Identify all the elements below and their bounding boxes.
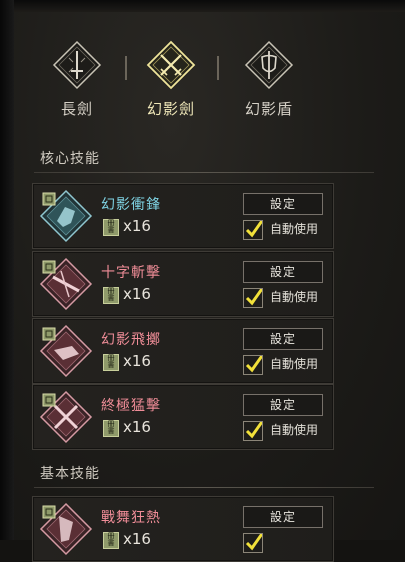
screen-bezel-top	[0, 0, 405, 12]
checkbox[interactable]	[243, 220, 263, 240]
ultimate-strike-icon[interactable]	[39, 390, 93, 444]
settings-button[interactable]: 設定	[243, 328, 323, 350]
skill-row-phantom-charge: 幻影衝鋒 冊書 x16 設定 自動使用	[32, 183, 334, 249]
section-title-basic-skills: 基本技能	[40, 466, 100, 482]
war-dance-icon[interactable]	[39, 502, 93, 556]
skill-name: 幻影衝鋒	[101, 197, 161, 213]
auto-use-toggle[interactable]	[243, 531, 333, 553]
auto-use-toggle[interactable]: 自動使用	[243, 286, 333, 308]
tab-separator	[217, 56, 219, 80]
checkbox[interactable]	[243, 288, 263, 308]
sword-icon	[52, 40, 102, 90]
phantom-throw-icon[interactable]	[39, 324, 93, 378]
checkbox[interactable]	[243, 533, 263, 553]
skill-row-cross-slash: 十字斬擊 冊書 x16 設定 自動使用	[32, 251, 334, 317]
settings-button[interactable]: 設定	[243, 193, 323, 215]
count-value: x16	[123, 285, 151, 303]
skill-book-icon	[42, 192, 56, 206]
crossed-swords-icon	[146, 40, 196, 90]
tab-phantom-shield[interactable]: 幻影盾	[224, 30, 314, 126]
section-title-core-skills: 核心技能	[40, 151, 100, 167]
count-value: x16	[123, 418, 151, 436]
skill-book-icon: 冊書	[103, 420, 119, 437]
settings-button[interactable]: 設定	[243, 506, 323, 528]
settings-button[interactable]: 設定	[243, 394, 323, 416]
auto-use-toggle[interactable]: 自動使用	[243, 218, 333, 240]
weapon-tabs: 長劍 幻影劍 幻影盾	[28, 30, 318, 126]
auto-use-label: 自動使用	[270, 357, 319, 371]
section-divider	[34, 487, 374, 488]
skill-row-ultimate-strike: 終極猛擊 冊書 x16 設定 自動使用	[32, 384, 334, 450]
skill-book-icon: 冊書	[103, 532, 119, 549]
tab-label: 幻影盾	[244, 100, 293, 118]
auto-use-label: 自動使用	[270, 290, 319, 304]
count-value: x16	[123, 217, 151, 235]
skill-row-phantom-throw: 幻影飛擲 冊書 x16 設定 自動使用	[32, 318, 334, 384]
count-value: x16	[123, 352, 151, 370]
skill-row-war-dance: 戰舞狂熱 冊書 x16 設定	[32, 496, 334, 562]
count-value: x16	[123, 530, 151, 548]
check-icon	[245, 422, 262, 439]
auto-use-label: 自動使用	[270, 222, 319, 236]
tab-label: 長劍	[60, 100, 93, 118]
skill-name: 終極猛擊	[101, 398, 161, 414]
auto-use-toggle[interactable]: 自動使用	[243, 353, 333, 375]
skill-book-icon: 冊書	[103, 287, 119, 304]
skill-name: 十字斬擊	[101, 265, 161, 281]
check-icon	[245, 356, 262, 373]
auto-use-label: 自動使用	[270, 423, 319, 437]
tab-phantom-sword[interactable]: 幻影劍	[126, 30, 216, 126]
check-icon	[245, 534, 262, 551]
shield-sword-icon	[244, 40, 294, 90]
phantom-charge-icon[interactable]	[39, 189, 93, 243]
check-icon	[245, 289, 262, 306]
tab-long-sword[interactable]: 長劍	[32, 30, 122, 126]
skill-book-icon	[42, 260, 56, 274]
checkbox[interactable]	[243, 355, 263, 375]
settings-button[interactable]: 設定	[243, 261, 323, 283]
skill-name: 幻影飛擲	[101, 332, 161, 348]
skill-name: 戰舞狂熱	[101, 510, 161, 526]
section-divider	[34, 172, 374, 173]
tab-label: 幻影劍	[146, 100, 195, 118]
checkbox[interactable]	[243, 421, 263, 441]
skill-book-icon: 冊書	[103, 354, 119, 371]
skill-book-icon	[42, 505, 56, 519]
screen-bezel-left	[0, 0, 14, 540]
skill-book-icon: 冊書	[103, 219, 119, 236]
skill-book-icon	[42, 393, 56, 407]
skill-book-icon	[42, 327, 56, 341]
auto-use-toggle[interactable]: 自動使用	[243, 419, 333, 441]
cross-slash-icon[interactable]	[39, 257, 93, 311]
check-icon	[245, 221, 262, 238]
